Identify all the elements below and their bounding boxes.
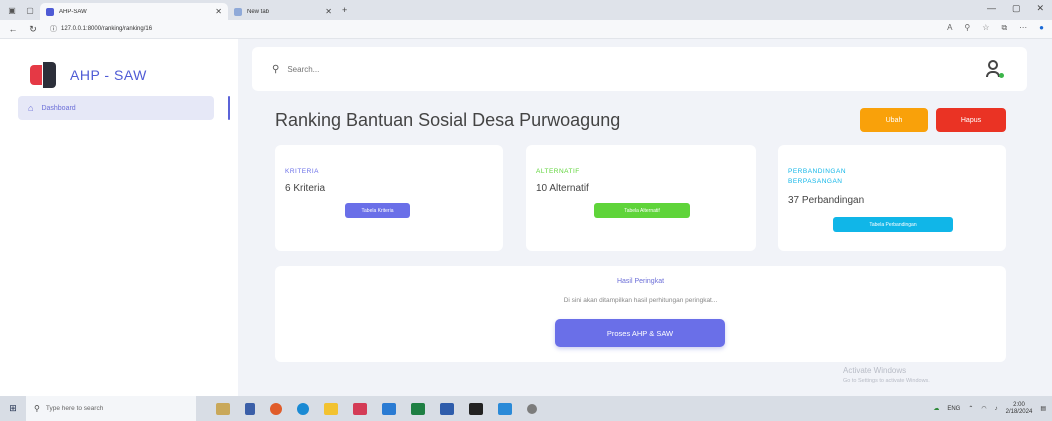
close-tab-icon[interactable]: ✕ xyxy=(325,7,332,16)
maximize-icon[interactable]: ▢ xyxy=(1012,3,1021,14)
activation-watermark: Activate Windows Go to Settings to activ… xyxy=(843,365,930,387)
result-subtitle: Di sini akan ditampilkan hasil perhitung… xyxy=(563,297,718,304)
card-value: 6 Kriteria xyxy=(285,183,326,194)
tab-actions-icon[interactable]: ▢ xyxy=(24,4,36,16)
url-field[interactable]: ⓘ 127.0.0.1:8000/ranking/ranking/16 xyxy=(50,24,152,34)
comparison-table-button[interactable]: Tabela Perbandingan xyxy=(833,217,953,232)
clock[interactable]: 2:00 2/18/2024 xyxy=(1006,402,1033,416)
copilot-icon[interactable]: ● xyxy=(1039,23,1044,33)
address-bar-actions: A ⚲ ☆ ⧉ ⋯ ● xyxy=(947,23,1044,33)
watermark-subtitle: Go to Settings to activate Windows. xyxy=(843,378,930,384)
close-window-icon[interactable]: ✕ xyxy=(1036,3,1044,14)
new-tab-icon[interactable]: + xyxy=(342,5,347,15)
active-indicator xyxy=(228,96,230,120)
tab-new-tab[interactable]: New tab ✕ xyxy=(228,3,338,20)
search-icon: ⚲ xyxy=(272,63,280,75)
page-title: Ranking Bantuan Sosial Desa Purwoagung xyxy=(275,110,621,130)
brand[interactable]: AHP - SAW xyxy=(30,62,147,88)
workspaces-icon[interactable]: ▣ xyxy=(6,4,18,16)
process-ahp-saw-button[interactable]: Proses AHP & SAW xyxy=(555,319,725,347)
weather-icon[interactable]: ☁ xyxy=(933,405,939,412)
volume-icon[interactable]: ♪ xyxy=(995,406,998,412)
store-icon[interactable] xyxy=(382,402,396,415)
card-value: 37 Perbandingan xyxy=(788,195,865,206)
file-explorer-icon[interactable] xyxy=(324,402,338,415)
task-view-icon[interactable] xyxy=(245,402,255,415)
edit-button[interactable]: Ubah xyxy=(860,108,928,132)
top-navbar: ⚲ xyxy=(252,47,1027,91)
notification-icon[interactable]: ▤ xyxy=(1040,405,1046,412)
excel-icon[interactable] xyxy=(411,402,425,415)
vscode-icon[interactable] xyxy=(498,402,512,415)
taskbar-apps xyxy=(216,402,537,415)
search-input[interactable] xyxy=(287,64,488,74)
info-icon[interactable]: ⓘ xyxy=(50,24,57,34)
card-label: ALTERNATIF xyxy=(536,168,580,175)
home-icon: ⌂ xyxy=(28,103,34,113)
tab-favicon-icon xyxy=(234,7,242,16)
app-icon[interactable] xyxy=(527,403,537,414)
word-icon[interactable] xyxy=(440,402,454,415)
taskbar-search[interactable]: ⚲ Type here to search xyxy=(26,396,196,421)
back-icon[interactable]: ← xyxy=(6,24,20,34)
tab-favicon-icon xyxy=(46,7,54,16)
extensions-icon[interactable]: ⚲ xyxy=(964,23,970,33)
alternative-card: ALTERNATIF 10 Alternatif Tabela Alternat… xyxy=(526,145,756,251)
minimize-icon[interactable]: — xyxy=(987,3,996,14)
windows-start-icon[interactable]: ⊞ xyxy=(0,396,26,421)
wifi-icon[interactable]: ◠ xyxy=(981,405,986,412)
tray-chevron-icon[interactable]: ⌃ xyxy=(968,405,973,412)
news-widget-icon[interactable] xyxy=(216,402,230,415)
window-controls: — ▢ ✕ xyxy=(987,3,1044,14)
sidebar: AHP - SAW ⌂ Dashboard xyxy=(0,39,238,396)
terminal-icon[interactable] xyxy=(469,402,483,415)
search-icon: ⚲ xyxy=(34,404,40,413)
chrome-icon[interactable] xyxy=(270,402,282,415)
close-tab-icon[interactable]: ✕ xyxy=(215,7,222,16)
delete-button[interactable]: Hapus xyxy=(936,108,1006,132)
browser-tab-bar: ▣ ▢ AHP-SAW ✕ New tab ✕ + — ▢ ✕ xyxy=(0,0,1052,20)
result-title: Hasil Peringkat xyxy=(616,278,665,285)
app-icon[interactable] xyxy=(353,402,367,415)
ranking-result-card: Hasil Peringkat Di sini akan ditampilkan… xyxy=(275,266,1006,362)
tab-title: AHP-SAW xyxy=(59,8,87,15)
card-label: PERBANDINGAN BERPASANGAN xyxy=(788,168,847,185)
address-bar: ← ↻ ⓘ 127.0.0.1:8000/ranking/ranking/16 … xyxy=(0,20,1052,39)
language-indicator[interactable]: ENG xyxy=(947,406,960,412)
criteria-card: KRITERIA 6 Kriteria Tabela Kriteria xyxy=(275,145,503,251)
system-tray: ☁ ENG ⌃ ◠ ♪ 2:00 2/18/2024 ▤ xyxy=(933,396,1046,421)
criteria-table-button[interactable]: Tabela Kriteria xyxy=(345,203,410,218)
taskbar-search-placeholder: Type here to search xyxy=(45,405,104,412)
taskbar: ⊞ ⚲ Type here to search ☁ ENG ⌃ ◠ ♪ 2:00… xyxy=(0,396,1052,421)
card-value: 10 Alternatif xyxy=(536,183,589,194)
sidebar-item-dashboard[interactable]: ⌂ Dashboard xyxy=(18,96,214,120)
clock-date: 2/18/2024 xyxy=(1005,408,1033,415)
user-avatar-icon[interactable] xyxy=(985,59,1004,79)
refresh-icon[interactable]: ↻ xyxy=(26,24,40,35)
brand-name: AHP - SAW xyxy=(70,67,147,83)
watermark-title: Activate Windows xyxy=(843,366,907,375)
card-label: KRITERIA xyxy=(285,168,319,175)
more-icon[interactable]: ⋯ xyxy=(1019,23,1027,33)
collections-icon[interactable]: ⧉ xyxy=(1001,23,1007,33)
favorite-icon[interactable]: ☆ xyxy=(982,23,989,33)
edge-icon[interactable] xyxy=(297,402,309,415)
url-text: 127.0.0.1:8000/ranking/ranking/16 xyxy=(61,26,153,32)
tab-title: New tab xyxy=(247,8,270,15)
clock-time: 2:00 xyxy=(1013,401,1025,408)
logo-icon xyxy=(30,62,56,88)
sidebar-item-label: Dashboard xyxy=(41,104,76,112)
tab-ahp-saw[interactable]: AHP-SAW ✕ xyxy=(40,3,228,20)
comparison-card: PERBANDINGAN BERPASANGAN 37 Perbandingan… xyxy=(778,145,1006,251)
alternative-table-button[interactable]: Tabela Alternatif xyxy=(594,203,690,218)
read-aloud-icon[interactable]: A xyxy=(947,23,952,33)
